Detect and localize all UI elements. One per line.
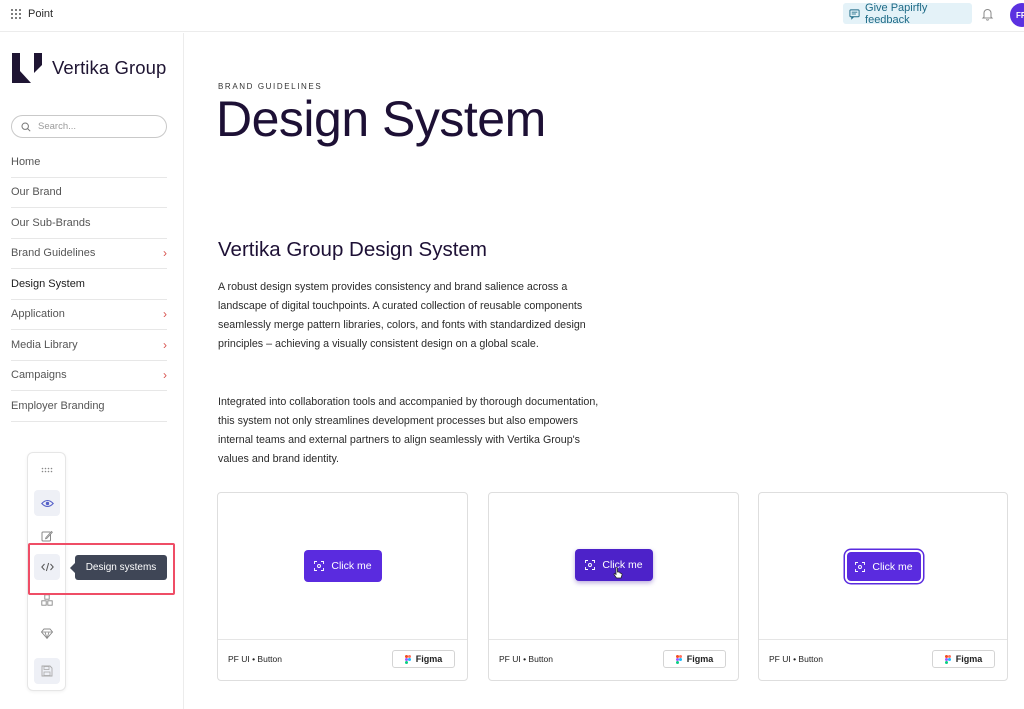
- palette-preview-button[interactable]: [34, 490, 60, 516]
- search-icon: [21, 121, 31, 132]
- feedback-label: Give Papirfly feedback: [865, 1, 928, 26]
- palette-drag-handle[interactable]: [34, 457, 60, 483]
- page-title: Design System: [216, 91, 546, 147]
- figma-label: Figma: [415, 654, 443, 664]
- demo-button-label: Click me: [872, 560, 913, 573]
- figma-link-button[interactable]: Figma: [663, 650, 726, 668]
- sidebar-item-our-brand[interactable]: Our Brand: [11, 178, 167, 208]
- chevron-right-icon[interactable]: ›: [163, 368, 167, 382]
- component-card-focus: Click me PF UI • Button Figma: [758, 492, 1008, 681]
- figma-icon: [675, 654, 682, 664]
- section-title: Vertika Group Design System: [218, 238, 487, 261]
- card-component-label: PF UI • Button: [499, 654, 553, 664]
- sidebar-item-our-sub-brands[interactable]: Our Sub-Brands: [11, 208, 167, 239]
- sidebar-item-label: Media Library: [11, 338, 78, 351]
- scan-icon: [314, 561, 325, 571]
- demo-button-focus[interactable]: Click me: [847, 552, 921, 581]
- brand-logo[interactable]: Vertika Group: [12, 53, 166, 83]
- feedback-button[interactable]: Give Papirfly feedback: [843, 1, 972, 26]
- logo-text: Vertika Group: [52, 57, 167, 78]
- demo-button-hover[interactable]: Click me: [575, 549, 653, 581]
- palette-assets-button[interactable]: [34, 620, 60, 646]
- figma-label: Figma: [686, 654, 714, 664]
- diamond-icon: [41, 628, 53, 639]
- drag-handle-icon: [41, 467, 53, 473]
- component-card-hover: Click me PF UI • Button Figma: [488, 492, 739, 681]
- sidebar-item-label: Our Brand: [11, 186, 62, 199]
- demo-button-default[interactable]: Click me: [304, 550, 382, 582]
- figma-icon: [404, 654, 411, 664]
- user-avatar[interactable]: FF: [1010, 3, 1024, 27]
- app-name: Point: [28, 8, 54, 20]
- sidebar-item-media-library[interactable]: Media Library ›: [11, 330, 167, 361]
- figma-link-button[interactable]: Figma: [392, 650, 455, 668]
- sidebar-item-employer-branding[interactable]: Employer Branding: [11, 391, 167, 422]
- sidebar-item-label: Application: [11, 308, 65, 321]
- demo-button-label: Click me: [331, 560, 372, 572]
- search-box[interactable]: [11, 115, 167, 138]
- sidebar-nav: Home Our Brand Our Sub-Brands Brand Guid…: [11, 147, 167, 422]
- vertika-logo-icon: [12, 53, 42, 83]
- sidebar-item-application[interactable]: Application ›: [11, 300, 167, 330]
- feedback-icon: [849, 8, 860, 20]
- design-systems-tooltip: Design systems: [70, 555, 167, 580]
- sidebar-item-label: Our Sub-Brands: [11, 216, 91, 229]
- chevron-right-icon[interactable]: ›: [163, 338, 167, 352]
- integration-paragraph: Integrated into collaboration tools and …: [218, 396, 599, 466]
- app-grid-icon: [11, 9, 21, 19]
- figma-label: Figma: [955, 654, 983, 664]
- scan-icon: [585, 560, 596, 570]
- sidebar-item-home[interactable]: Home: [11, 147, 167, 178]
- sidebar-item-brand-guidelines[interactable]: Brand Guidelines ›: [11, 239, 167, 269]
- sidebar-item-label: Brand Guidelines: [11, 247, 96, 260]
- search-input[interactable]: [38, 121, 148, 132]
- chevron-right-icon[interactable]: ›: [163, 307, 167, 321]
- sidebar-item-design-system[interactable]: Design System: [11, 269, 167, 300]
- figma-icon: [944, 654, 951, 664]
- edit-icon: [41, 530, 53, 542]
- card-preview: Click me: [218, 493, 467, 640]
- card-component-label: PF UI • Button: [228, 654, 282, 664]
- card-preview: Click me: [489, 493, 738, 640]
- sidebar-item-label: Home: [11, 155, 41, 168]
- figma-link-button[interactable]: Figma: [932, 650, 995, 668]
- bell-icon[interactable]: [981, 7, 994, 21]
- palette-save-button[interactable]: [34, 658, 60, 684]
- components-icon: [41, 594, 53, 606]
- top-bar: Point Give Papirfly feedback FF: [0, 0, 1024, 32]
- save-icon: [41, 665, 53, 677]
- sidebar-item-label: Employer Branding: [11, 399, 105, 412]
- sidebar-item-label: Campaigns: [11, 369, 67, 382]
- eye-icon: [40, 499, 54, 507]
- sidebar-item-campaigns[interactable]: Campaigns ›: [11, 361, 167, 391]
- sidebar-item-label: Design System: [11, 277, 85, 290]
- card-component-label: PF UI • Button: [769, 654, 823, 664]
- chevron-right-icon[interactable]: ›: [163, 246, 167, 260]
- hand-cursor-icon: [613, 567, 623, 579]
- component-card-default: Click me PF UI • Button Figma: [217, 492, 468, 681]
- scan-icon: [855, 561, 866, 572]
- card-preview: Click me: [759, 493, 1007, 640]
- app-switcher[interactable]: Point: [11, 8, 53, 20]
- intro-paragraph: A robust design system provides consiste…: [218, 281, 586, 351]
